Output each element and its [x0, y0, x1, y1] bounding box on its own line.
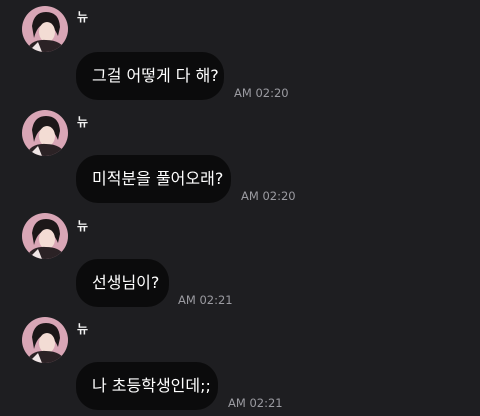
avatar[interactable]: [22, 110, 68, 156]
avatar[interactable]: [22, 213, 68, 259]
message-bubble[interactable]: 그걸 어떻게 다 해?: [76, 52, 224, 100]
message-row: 뉴 선생님이? AM 02:21: [0, 208, 480, 312]
sender-name: 뉴: [77, 115, 89, 129]
message-timestamp: AM 02:21: [178, 293, 233, 307]
message-row: 뉴 미적분을 풀어오래? AM 02:20: [0, 104, 480, 208]
message-row: 뉴 나 초등학생인데;; AM 02:21: [0, 312, 480, 416]
message-bubble[interactable]: 선생님이?: [76, 259, 169, 307]
avatar-photo-icon: [22, 6, 68, 52]
message-bubble[interactable]: 나 초등학생인데;;: [76, 362, 218, 410]
message-timestamp: AM 02:20: [234, 86, 289, 100]
avatar[interactable]: [22, 6, 68, 52]
message-bubble[interactable]: 미적분을 풀어오래?: [76, 155, 231, 203]
message-row: 뉴 그걸 어떻게 다 해? AM 02:20: [0, 0, 480, 104]
message-timestamp: AM 02:20: [241, 189, 296, 203]
sender-name: 뉴: [77, 219, 89, 233]
sender-name: 뉴: [77, 322, 89, 336]
avatar-photo-icon: [22, 213, 68, 259]
avatar[interactable]: [22, 317, 68, 363]
avatar-photo-icon: [22, 110, 68, 156]
avatar-photo-icon: [22, 317, 68, 363]
sender-name: 뉴: [77, 10, 89, 24]
chat-thread: 뉴 그걸 어떻게 다 해? AM 02:20 뉴 미적분을 풀어오래? AM 0…: [0, 0, 480, 410]
